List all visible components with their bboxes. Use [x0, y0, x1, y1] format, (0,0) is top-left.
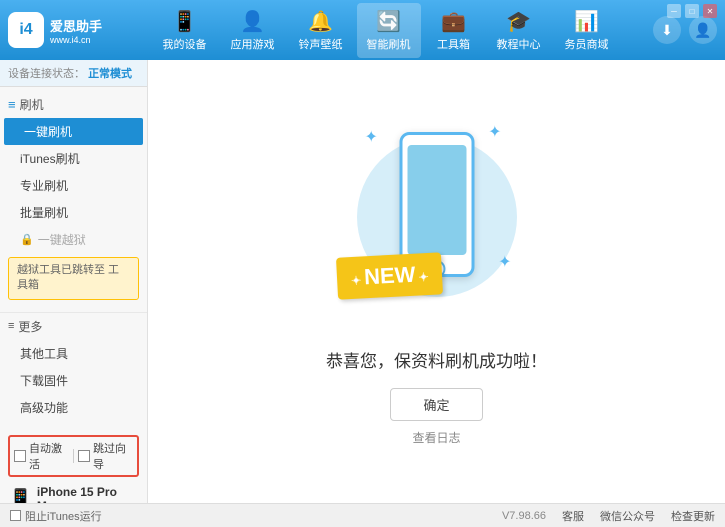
- nav-toolbox[interactable]: 💼 工具箱: [425, 3, 483, 58]
- nav-my-device[interactable]: 📱 我的设备: [153, 3, 217, 58]
- device-details: iPhone 15 Pro Max 512GB iPhone: [37, 485, 139, 503]
- app-footer: 阻止iTunes运行 V7.98.66 客服 微信公众号 检查更新: [0, 503, 725, 527]
- confirm-button[interactable]: 确定: [390, 388, 482, 421]
- sidebar-item-itunes-flash[interactable]: iTunes刷机: [0, 145, 147, 172]
- separator: [73, 449, 74, 463]
- header-right: ⬇ 👤: [653, 16, 717, 44]
- sidebar-bottom: 自动激活 跳过向导 📱 iPhone 15 Pro Max 512GB: [0, 421, 147, 503]
- sidebar-item-other-tools[interactable]: 其他工具: [0, 340, 147, 367]
- guide-activate-checkbox[interactable]: 跳过向导: [78, 440, 133, 472]
- close-button[interactable]: ✕: [703, 4, 717, 18]
- star-icon-3: ✦: [498, 252, 511, 272]
- nav-ringtone[interactable]: 🔔 铃声壁纸: [289, 3, 353, 58]
- sidebar-item-download-firmware[interactable]: 下载固件: [0, 367, 147, 394]
- minimize-button[interactable]: ─: [667, 4, 681, 18]
- more-icon: ≡: [8, 320, 14, 332]
- flash-section: ≡ 刷机 一键刷机 iTunes刷机 专业刷机 批量刷机 🔒 一键越狱: [0, 87, 147, 308]
- flash-section-header: ≡ 刷机: [0, 91, 147, 118]
- check-update-link[interactable]: 检查更新: [671, 508, 715, 524]
- device-phone-icon: 📱: [8, 487, 33, 503]
- maximize-button[interactable]: □: [685, 4, 699, 18]
- jailbreak-note: 越狱工具已跳转至 工具箱: [8, 257, 139, 300]
- main-content: ✦ ✦ ✦ NEW 恭喜您，保资料刷机成功啦！ 确定 查看日志: [148, 60, 725, 503]
- view-log-link[interactable]: 查看日志: [412, 429, 460, 446]
- more-section-header: ≡ 更多: [0, 312, 147, 340]
- device-name: iPhone 15 Pro Max: [37, 485, 139, 503]
- nav-smart-flash[interactable]: 🔄 智能刷机: [357, 3, 421, 58]
- footer-left: 阻止iTunes运行: [10, 508, 102, 524]
- main-container: 设备连接状态： 正常模式 ≡ 刷机 一键刷机 iTunes刷机 专业刷机: [0, 60, 725, 503]
- lock-icon: 🔒: [20, 233, 34, 246]
- wechat-link[interactable]: 微信公众号: [600, 508, 655, 524]
- ringtone-icon: 🔔: [308, 9, 333, 34]
- auto-activate-check[interactable]: [14, 450, 26, 462]
- star-icon-1: ✦: [365, 127, 378, 147]
- app-icon: 👤: [240, 9, 265, 34]
- sidebar-bottom-content: 自动激活 跳过向导 📱 iPhone 15 Pro Max 512GB: [0, 429, 147, 503]
- business-icon: 📊: [574, 9, 599, 34]
- app-header: i4 爱思助手 www.i4.cn 📱 我的设备 👤 应用游戏 🔔 铃声壁纸 🔄: [0, 0, 725, 60]
- success-message: 恭喜您，保资料刷机成功啦！: [326, 347, 547, 372]
- sidebar-item-jailbreak: 🔒 一键越狱: [0, 226, 147, 253]
- status-bar: 设备连接状态： 正常模式: [0, 60, 147, 87]
- logo-icon: i4: [8, 12, 44, 48]
- sidebar-item-advanced[interactable]: 高级功能: [0, 394, 147, 421]
- window-controls: ─ □ ✕: [667, 4, 717, 18]
- sidebar-item-one-key-flash[interactable]: 一键刷机: [4, 118, 143, 145]
- device-icon: 📱: [172, 9, 197, 34]
- nav-bar: 📱 我的设备 👤 应用游戏 🔔 铃声壁纸 🔄 智能刷机 💼 工具箱 🎓: [118, 3, 653, 58]
- toolbox-icon: 💼: [441, 9, 466, 34]
- nav-app-games[interactable]: 👤 应用游戏: [221, 3, 285, 58]
- nav-business[interactable]: 📊 务员商域: [555, 3, 619, 58]
- customer-service-link[interactable]: 客服: [562, 508, 584, 524]
- logo-url: www.i4.cn: [50, 35, 102, 45]
- phone-screen: [407, 145, 466, 255]
- auto-activate-row: 自动激活 跳过向导: [8, 435, 139, 477]
- nav-tutorial[interactable]: 🎓 教程中心: [487, 3, 551, 58]
- flash-section-icon: ≡: [8, 97, 16, 112]
- sidebar: 设备连接状态： 正常模式 ≡ 刷机 一键刷机 iTunes刷机 专业刷机: [0, 60, 148, 503]
- new-badge: NEW: [335, 252, 443, 299]
- version-label: V7.98.66: [502, 510, 546, 522]
- guide-activate-check[interactable]: [78, 450, 90, 462]
- footer-right: V7.98.66 客服 微信公众号 检查更新: [502, 508, 715, 524]
- auto-activate-checkbox[interactable]: 自动激活: [14, 440, 69, 472]
- sidebar-item-pro-flash[interactable]: 专业刷机: [0, 172, 147, 199]
- tutorial-icon: 🎓: [506, 9, 531, 34]
- flash-icon: 🔄: [376, 9, 401, 34]
- itunes-label: 阻止iTunes运行: [25, 508, 102, 524]
- download-button[interactable]: ⬇: [653, 16, 681, 44]
- app-logo: i4 爱思助手 www.i4.cn: [8, 12, 102, 48]
- sidebar-item-batch-flash[interactable]: 批量刷机: [0, 199, 147, 226]
- itunes-checkbox[interactable]: [10, 510, 21, 521]
- logo-name: 爱思助手: [50, 16, 102, 35]
- user-button[interactable]: 👤: [689, 16, 717, 44]
- phone-illustration: ✦ ✦ ✦ NEW: [347, 117, 527, 327]
- star-icon-2: ✦: [488, 122, 501, 142]
- device-info: 📱 iPhone 15 Pro Max 512GB iPhone: [8, 481, 139, 503]
